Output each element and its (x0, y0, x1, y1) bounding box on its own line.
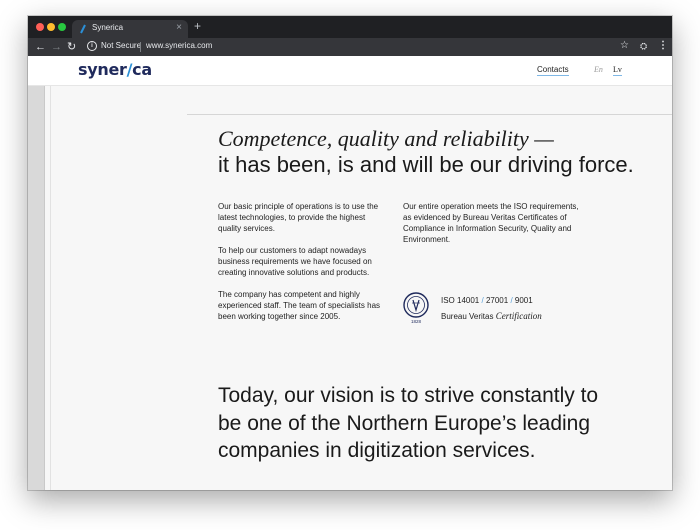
tab-title: Synerica (92, 23, 124, 32)
iso-27001: 27001 (485, 296, 509, 305)
tab-strip: Synerica × + (28, 16, 672, 38)
issuer-suffix: Certification (495, 311, 542, 321)
browser-toolbar: ← → ↻ i Not Secure www.synerica.com ☆ ⛭ … (28, 38, 672, 56)
iso-column: Our entire operation meets the ISO requi… (403, 201, 583, 256)
iso-9001: 9001 (514, 296, 533, 305)
section-divider (187, 114, 672, 115)
language-en-link[interactable]: En (594, 65, 603, 74)
logo-part2: ca (132, 60, 152, 79)
close-window-button[interactable] (36, 23, 44, 31)
reload-icon[interactable]: ↻ (67, 40, 76, 54)
hero-headline: Competence, quality and reliability — it… (218, 126, 634, 178)
principles-paragraph-1: Our basic principle of operations is to … (218, 202, 379, 233)
hero-line-italic: Competence, quality and reliability — (218, 126, 554, 151)
url-separator (140, 42, 141, 52)
iso-standards: ISO 14001 / 27001 / 9001 (441, 296, 533, 305)
security-label[interactable]: Not Secure (101, 41, 141, 50)
site-header: syner/ca Contacts En Lv (28, 56, 672, 86)
left-sidebar-strip (28, 86, 45, 490)
iso-separator: / (481, 296, 484, 305)
forward-arrow-icon[interactable]: → (51, 40, 62, 54)
logo-part1: syner (78, 60, 127, 79)
maximize-window-button[interactable] (58, 23, 66, 31)
extension-icon[interactable]: ⛭ (640, 41, 647, 52)
address-bar[interactable]: www.synerica.com (146, 41, 212, 50)
principles-paragraph-3: The company has competent and highly exp… (218, 290, 381, 321)
issuer-name: Bureau Veritas (441, 312, 494, 321)
hero-line-plain: it has been, is and will be our driving … (218, 152, 634, 177)
certification-block: 1828 ISO 14001 / 27001 / 9001 Bureau Ver… (403, 291, 603, 325)
star-icon[interactable]: ☆ (620, 40, 629, 51)
principles-paragraph-2: To help our customers to adapt nowadays … (218, 246, 372, 277)
back-arrow-icon[interactable]: ← (35, 40, 46, 54)
menu-icon[interactable]: ⋮ (658, 40, 668, 51)
seal-year: 1828 (411, 319, 422, 324)
minimize-window-button[interactable] (47, 23, 55, 31)
nav-contacts-link[interactable]: Contacts (537, 65, 569, 76)
certification-issuer: Bureau Veritas Certification (441, 311, 542, 321)
iso-paragraph: Our entire operation meets the ISO requi… (403, 202, 579, 244)
bureau-veritas-seal-icon: 1828 (403, 292, 429, 324)
content-guide-line (50, 86, 51, 490)
browser-window: Synerica × + ← → ↻ i Not Secure www.syne… (28, 16, 672, 490)
language-lv-link[interactable]: Lv (613, 65, 622, 76)
tab-close-icon[interactable]: × (176, 22, 182, 33)
synerica-logo[interactable]: syner/ca (78, 60, 152, 79)
vision-statement: Today, our vision is to strive constantl… (218, 384, 599, 462)
new-tab-button[interactable]: + (194, 20, 201, 32)
principles-column: Our basic principle of operations is to … (218, 201, 380, 333)
iso-14001: ISO 14001 (441, 296, 480, 305)
iso-separator: / (510, 296, 513, 305)
synerica-favicon-icon (80, 24, 86, 34)
tab-synerica[interactable]: Synerica × (72, 20, 188, 38)
info-icon[interactable]: i (87, 41, 97, 51)
